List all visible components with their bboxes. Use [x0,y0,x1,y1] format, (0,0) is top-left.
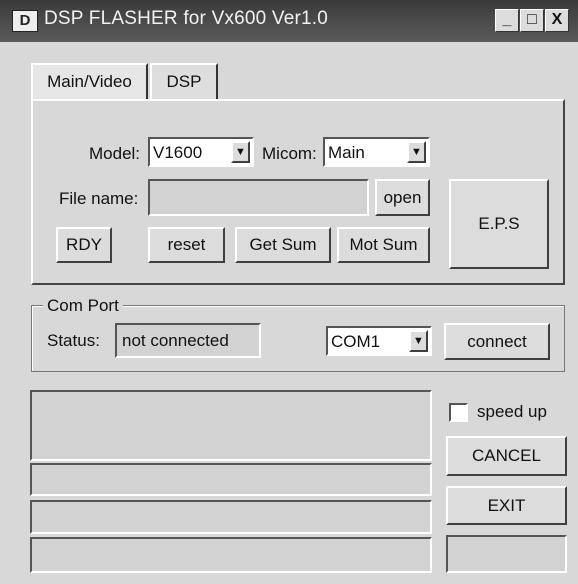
progress-box [446,535,567,573]
speed-up-label: speed up [477,402,547,421]
rdy-button[interactable]: RDY [56,227,112,263]
eps-button[interactable]: E.P.S [449,179,549,269]
chevron-down-icon[interactable]: ▼ [407,141,426,163]
close-button[interactable]: X [545,9,569,32]
micom-select[interactable]: Main ▼ [323,137,430,167]
reset-button[interactable]: reset [148,227,225,263]
app-icon: D [12,10,38,32]
open-button[interactable]: open [375,179,430,216]
status-bar-one [30,463,432,496]
exit-button[interactable]: EXIT [446,486,567,525]
micom-value: Main [328,143,365,162]
status-value: not connected [115,323,261,358]
com-port-select[interactable]: COM1 ▼ [326,326,432,356]
mot-sum-button[interactable]: Mot Sum [337,227,430,263]
log-area [30,390,432,461]
cancel-button[interactable]: CANCEL [446,436,567,476]
window-title: DSP FLASHER for Vx600 Ver1.0 [44,8,329,29]
model-value: V1600 [153,143,203,162]
tab-main-video[interactable]: Main/Video [31,63,148,101]
chevron-down-icon[interactable]: ▼ [231,141,250,163]
maximize-button[interactable]: □ [520,9,544,32]
com-port-value: COM1 [331,332,381,351]
file-name-label: File name: [59,189,139,208]
speed-up-checkbox[interactable] [449,403,468,422]
tab-dsp[interactable]: DSP [150,63,218,101]
chevron-down-icon[interactable]: ▼ [409,330,428,352]
micom-label: Micom: [262,144,317,163]
status-bar-three [30,537,432,573]
minimize-button[interactable]: _ [495,9,519,32]
status-bar-two [30,500,432,534]
title-bar: D DSP FLASHER for Vx600 Ver1.0 _ □ X [0,0,578,42]
model-label: Model: [89,144,141,163]
status-label: Status: [47,331,100,350]
get-sum-button[interactable]: Get Sum [235,227,331,263]
model-select[interactable]: V1600 ▼ [148,137,254,167]
file-name-field[interactable] [148,179,369,216]
connect-button[interactable]: connect [444,323,550,360]
com-port-title: Com Port [43,296,123,316]
